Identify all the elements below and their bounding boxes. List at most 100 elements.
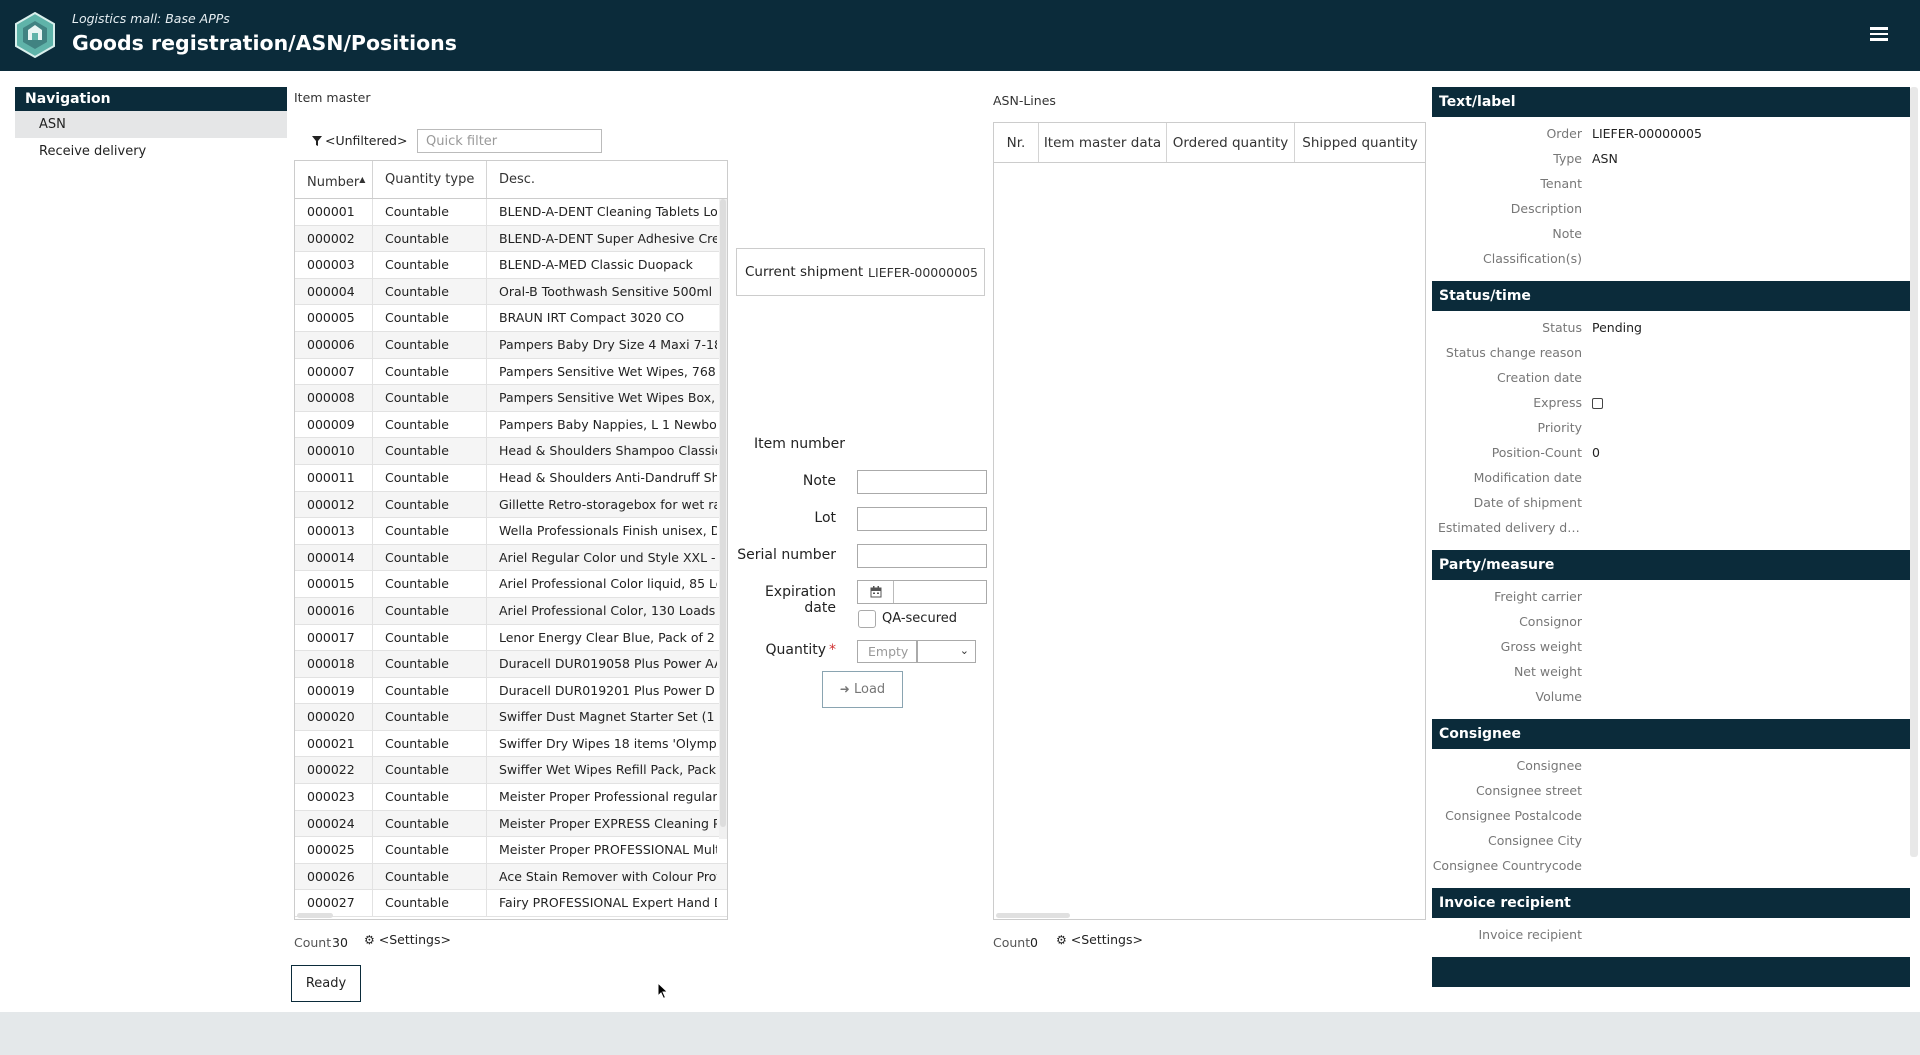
lot-input[interactable] bbox=[857, 507, 987, 531]
number-cell: 000013 bbox=[295, 518, 373, 544]
table-row[interactable]: 000027 Countable Fairy PROFESSIONAL Expert… bbox=[295, 890, 727, 918]
nav-item-asn[interactable]: ASN bbox=[15, 111, 287, 138]
section-header-party-measure: Party/measure bbox=[1432, 550, 1910, 580]
quantity-type-cell: Countable bbox=[373, 278, 487, 305]
table-row[interactable]: 000012 Countable Gillette Retro-storagebox… bbox=[295, 491, 727, 519]
number-cell: 000019 bbox=[295, 677, 373, 704]
number-cell: 000022 bbox=[295, 757, 373, 784]
table-row[interactable]: 000009 Countable Pampers Baby Nappies, L 1… bbox=[295, 411, 727, 439]
table-row[interactable]: 000001 Countable BLEND-A-DENT Cleaning Tab… bbox=[295, 199, 727, 226]
table-row[interactable]: 000010 Countable Head & Shoulders Shampoo … bbox=[295, 438, 727, 465]
quantity-type-cell: Countable bbox=[373, 464, 487, 491]
number-cell: 000010 bbox=[295, 438, 373, 464]
table-row[interactable]: 000026 Countable Ace Stain Remover with Co… bbox=[295, 863, 727, 891]
table-row[interactable]: 000002 Countable BLEND-A-DENT Super Adhesi… bbox=[295, 225, 727, 253]
quantity-type-cell: Countable bbox=[373, 651, 487, 677]
vertical-scrollbar[interactable] bbox=[1910, 87, 1918, 857]
column-header-shipped-quantity[interactable]: Shipped quantity bbox=[1295, 123, 1425, 162]
serial-number-input[interactable] bbox=[857, 544, 987, 568]
table-row[interactable]: 000018 Countable Duracell DUR019058 Plus P… bbox=[295, 651, 727, 678]
table-row[interactable]: 000011 Countable Head & Shoulders Anti-Dan… bbox=[295, 464, 727, 492]
asn-lines-settings-link[interactable]: ⚙ <Settings> bbox=[1056, 932, 1143, 947]
ready-button[interactable]: Ready bbox=[291, 965, 361, 1002]
quantity-type-cell: Countable bbox=[373, 890, 487, 917]
type-value: ASN bbox=[1592, 151, 1618, 166]
position-count-label: Position-Count bbox=[1491, 445, 1582, 460]
column-header-item-master-data[interactable]: Item master data bbox=[1039, 123, 1167, 162]
number-cell: 000003 bbox=[295, 252, 373, 278]
table-row[interactable]: 000006 Countable Pampers Baby Dry Size 4 M… bbox=[295, 331, 727, 359]
table-row[interactable]: 000023 Countable Meister Proper Profession… bbox=[295, 784, 727, 811]
item-master-settings-link[interactable]: ⚙ <Settings> bbox=[364, 932, 451, 947]
expiration-date-input[interactable] bbox=[857, 580, 987, 604]
number-cell: 000018 bbox=[295, 651, 373, 677]
description-cell: Swiffer Dry Wipes 18 items 'Olympia', bbox=[499, 735, 717, 751]
gear-icon: ⚙ bbox=[364, 933, 375, 947]
app-header: Logistics mall: Base APPs Goods registra… bbox=[0, 0, 1920, 71]
estimated-delivery-label: Estimated delivery dat... bbox=[1438, 520, 1582, 535]
qa-secured-checkbox[interactable] bbox=[858, 610, 876, 628]
table-row[interactable]: 000014 Countable Ariel Regular Color und S… bbox=[295, 544, 727, 572]
page-title: Goods registration/ASN/Positions bbox=[72, 31, 457, 55]
description-cell: Oral-B Toothwash Sensitive 500ml bbox=[499, 283, 713, 299]
nav-item-receive-delivery[interactable]: Receive delivery bbox=[15, 138, 287, 165]
quantity-type-cell: Countable bbox=[373, 305, 487, 331]
description-cell: Pampers Sensitive Wet Wipes Box, 56 bbox=[499, 390, 717, 406]
number-cell: 000026 bbox=[295, 863, 373, 890]
description-cell: Gillette Retro-storagebox for wet razc bbox=[499, 496, 717, 512]
table-row[interactable]: 000021 Countable Swiffer Dry Wipes 18 item… bbox=[295, 730, 727, 758]
vertical-scrollbar[interactable] bbox=[719, 199, 727, 839]
number-cell: 000025 bbox=[295, 837, 373, 863]
quantity-type-cell: Countable bbox=[373, 863, 487, 890]
table-row[interactable]: 000024 Countable Meister Proper EXPRESS Cl… bbox=[295, 810, 727, 838]
table-row[interactable]: 000008 Countable Pampers Sensitive Wet Wip… bbox=[295, 385, 727, 412]
load-button[interactable]: ➜ Load bbox=[822, 671, 903, 708]
section-header-text-label: Text/label bbox=[1432, 87, 1910, 117]
horizontal-scrollbar[interactable] bbox=[996, 913, 1070, 918]
column-header-number[interactable]: Number▲ bbox=[295, 161, 373, 198]
filter-toggle[interactable]: <Unfiltered> bbox=[312, 133, 407, 148]
arrow-right-icon: ➜ bbox=[839, 682, 850, 696]
volume-label: Volume bbox=[1535, 689, 1583, 704]
column-header-nr[interactable]: Nr. bbox=[994, 123, 1039, 162]
table-row[interactable]: 000022 Countable Swiffer Wet Wipes Refill … bbox=[295, 757, 727, 785]
table-row[interactable]: 000019 Countable Duracell DUR019201 Plus P… bbox=[295, 677, 727, 705]
table-row[interactable]: 000017 Countable Lenor Energy Clear Blue, … bbox=[295, 624, 727, 652]
column-header-quantity-type[interactable]: Quantity type bbox=[373, 161, 487, 198]
horizontal-scrollbar[interactable] bbox=[297, 913, 333, 918]
number-cell: 000008 bbox=[295, 385, 373, 411]
table-row[interactable]: 000004 Countable Oral-B Toothwash Sensitiv… bbox=[295, 278, 727, 306]
quick-filter-input[interactable] bbox=[417, 129, 602, 153]
net-weight-label: Net weight bbox=[1513, 664, 1582, 679]
table-row[interactable]: 000003 Countable BLEND-A-MED Classic Duopa… bbox=[295, 252, 727, 279]
position-count-value: 0 bbox=[1592, 445, 1600, 460]
detail-panel: Text/label Order LIEFER-00000005 Type ASN … bbox=[1432, 87, 1910, 1001]
table-row[interactable]: 000016 Countable Ariel Professional Color,… bbox=[295, 597, 727, 625]
quantity-type-cell: Countable bbox=[373, 438, 487, 464]
table-row[interactable]: 000015 Countable Ariel Professional Color … bbox=[295, 571, 727, 598]
quantity-unit-select[interactable]: ⌄ bbox=[917, 640, 976, 663]
description-cell: BLEND-A-DENT Super Adhesive Cream bbox=[499, 230, 717, 246]
quantity-input[interactable] bbox=[857, 640, 917, 663]
column-header-description[interactable]: Desc. bbox=[487, 161, 717, 198]
table-row[interactable]: 000025 Countable Meister Proper PROFESSION… bbox=[295, 837, 727, 864]
table-row[interactable]: 000013 Countable Wella Professionals Finis… bbox=[295, 518, 727, 545]
description-cell: Meister Proper PROFESSIONAL Multip bbox=[499, 842, 717, 858]
hamburger-menu-icon[interactable] bbox=[1868, 24, 1890, 46]
item-master-body: 000001 Countable BLEND-A-DENT Cleaning Tab… bbox=[295, 199, 727, 918]
number-cell: 000016 bbox=[295, 597, 373, 624]
description-cell: Swiffer Dust Magnet Starter Set (1 Ha bbox=[499, 709, 717, 725]
lot-label: Lot bbox=[814, 510, 836, 526]
column-header-ordered-quantity[interactable]: Ordered quantity bbox=[1167, 123, 1295, 162]
app-logo-icon[interactable] bbox=[14, 12, 56, 58]
quantity-type-cell: Countable bbox=[373, 730, 487, 757]
table-row[interactable]: 000005 Countable BRAUN IRT Compact 3020 CO bbox=[295, 305, 727, 332]
asn-lines-count-label: Count bbox=[993, 935, 1031, 950]
table-row[interactable]: 000007 Countable Pampers Sensitive Wet Wip… bbox=[295, 358, 727, 386]
description-cell: Ace Stain Remover with Colour Protec bbox=[499, 868, 717, 884]
consignee-countrycode-label: Consignee Countrycode bbox=[1432, 858, 1582, 873]
asn-lines-header: Nr. Item master data Ordered quantity Sh… bbox=[994, 123, 1425, 163]
table-row[interactable]: 000020 Countable Swiffer Dust Magnet Start… bbox=[295, 704, 727, 731]
calendar-icon[interactable] bbox=[858, 581, 894, 603]
note-input[interactable] bbox=[857, 470, 987, 494]
